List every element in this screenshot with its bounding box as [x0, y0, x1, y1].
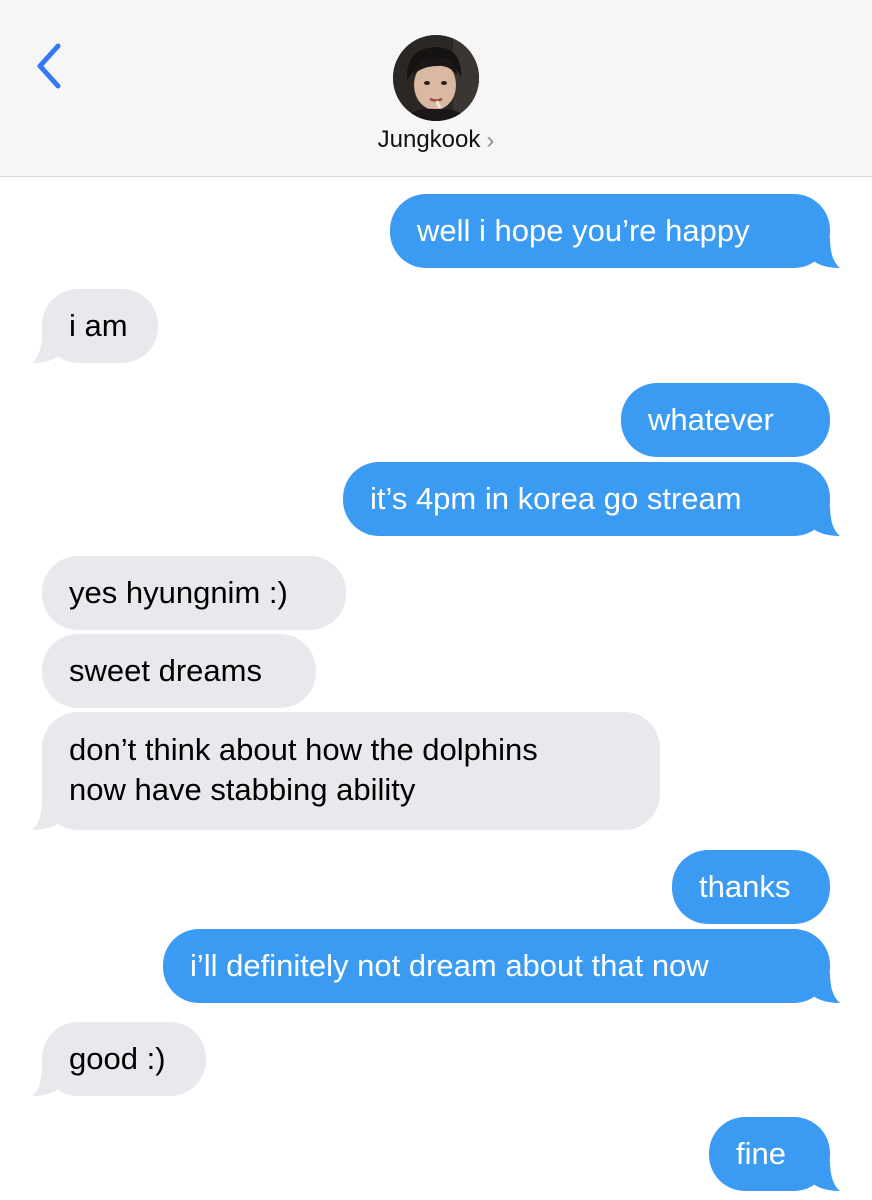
message-text: thanks [699, 869, 791, 904]
message-text: well i hope you’re happy [417, 213, 750, 248]
outgoing-message[interactable]: i’ll definitely not dream about that now [163, 929, 830, 1003]
incoming-message[interactable]: don’t think about how the dolphins now h… [42, 712, 660, 830]
message-text: fine [736, 1136, 786, 1171]
message-text-line: now have stabbing ability [69, 772, 416, 807]
conversation-header: Jungkook › [0, 0, 872, 177]
contact-name: Jungkook [377, 126, 481, 153]
back-button[interactable] [28, 38, 72, 94]
chevron-right-icon: › [486, 127, 495, 154]
message-text: good :) [69, 1041, 166, 1076]
message-text: whatever [648, 402, 774, 437]
avatar-photo [393, 35, 479, 121]
bubble-tail [32, 800, 64, 830]
bubble-tail [808, 1161, 840, 1191]
message-text: it’s 4pm in korea go stream [370, 481, 742, 516]
outgoing-message[interactable]: well i hope you’re happy [390, 194, 830, 268]
incoming-message[interactable]: good :) [42, 1022, 206, 1096]
contact-avatar[interactable] [393, 35, 479, 121]
outgoing-message[interactable]: thanks [672, 850, 830, 924]
message-text: sweet dreams [69, 653, 262, 688]
incoming-message[interactable]: sweet dreams [42, 634, 316, 708]
bubble-tail [808, 238, 840, 268]
message-text: i’ll definitely not dream about that now [190, 948, 709, 983]
bubble-tail [808, 973, 840, 1003]
outgoing-message[interactable]: it’s 4pm in korea go stream [343, 462, 830, 536]
incoming-message[interactable]: yes hyungnim :) [42, 556, 346, 630]
chevron-left-icon [37, 43, 61, 89]
contact-name-button[interactable]: Jungkook › [0, 124, 872, 157]
message-text-line: don’t think about how the dolphins [69, 732, 538, 767]
outgoing-message[interactable]: whatever [621, 383, 830, 457]
bubble-tail [32, 1066, 64, 1096]
message-text: yes hyungnim :) [69, 575, 288, 610]
message-text: i am [69, 308, 128, 343]
bubble-tail [32, 333, 64, 363]
bubble-tail [808, 506, 840, 536]
